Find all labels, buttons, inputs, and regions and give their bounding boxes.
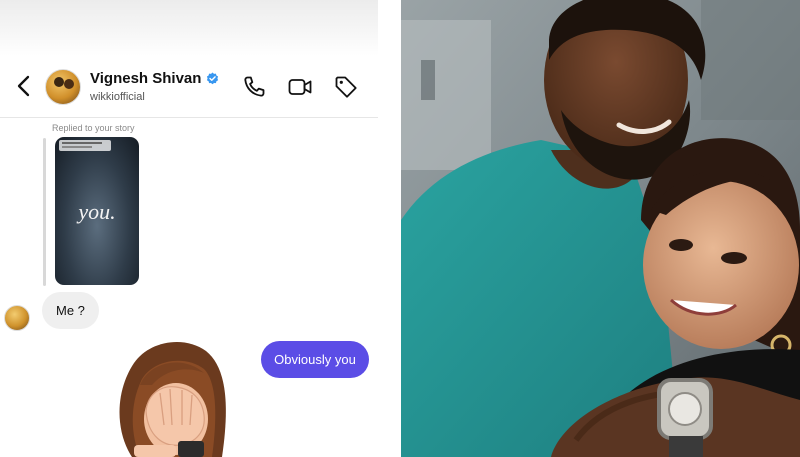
back-chevron-icon[interactable] bbox=[12, 72, 36, 100]
couple-photo bbox=[401, 0, 800, 457]
contact-name-row[interactable]: Vignesh Shivan bbox=[90, 70, 219, 87]
story-text: you. bbox=[78, 199, 116, 224]
contact-avatar[interactable] bbox=[45, 69, 81, 105]
contact-handle: wikkiofficial bbox=[90, 91, 145, 103]
chat-header: Vignesh Shivan wikkiofficial bbox=[0, 56, 378, 118]
replied-to-story-label: Replied to your story bbox=[52, 123, 135, 133]
sender-avatar[interactable] bbox=[4, 305, 30, 331]
dm-panel: Vignesh Shivan wikkiofficial Replied to … bbox=[0, 0, 378, 457]
message-bubble-incoming[interactable]: Me ? bbox=[42, 292, 99, 329]
reply-quote-bar bbox=[43, 138, 46, 286]
tag-icon[interactable] bbox=[333, 74, 359, 100]
story-caption-thumbnail bbox=[59, 140, 111, 151]
facepalm-memoji-sticker[interactable] bbox=[104, 333, 239, 457]
phone-icon[interactable] bbox=[241, 74, 267, 100]
story-thumbnail[interactable]: you. bbox=[55, 137, 139, 285]
message-bubble-outgoing[interactable]: Obviously you bbox=[261, 341, 369, 378]
verified-badge-icon bbox=[207, 72, 219, 85]
contact-name[interactable]: Vignesh Shivan bbox=[90, 70, 201, 87]
video-call-icon[interactable] bbox=[287, 74, 313, 100]
status-bar-area bbox=[0, 0, 378, 56]
